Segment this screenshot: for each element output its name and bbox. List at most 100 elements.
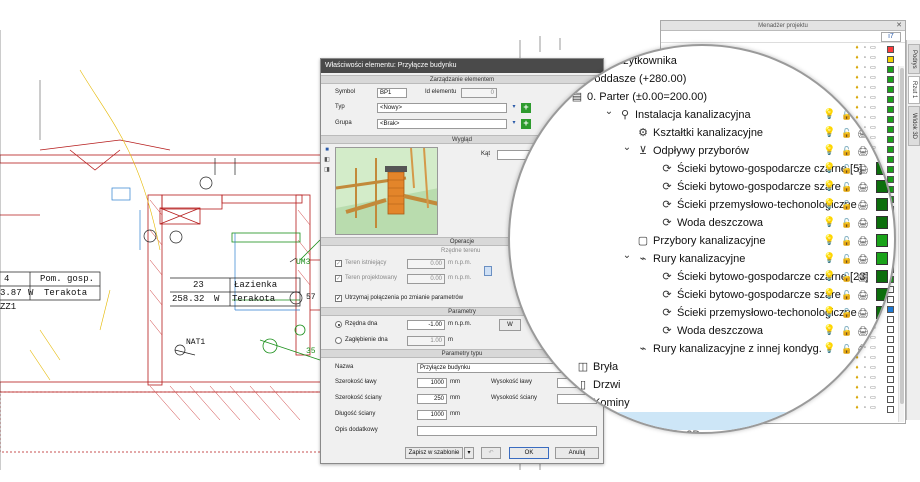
print-icon[interactable]: 🖨 bbox=[856, 199, 870, 211]
tree-item[interactable]: ◫ Bryła bbox=[510, 358, 894, 376]
visibility-bulb-icon[interactable]: 💡 bbox=[823, 306, 835, 320]
print-icon[interactable]: 🖨 bbox=[856, 343, 870, 355]
unlock-icon[interactable]: 🔓 bbox=[840, 181, 854, 193]
visibility-bulb-icon[interactable]: 💡 bbox=[823, 270, 835, 284]
visibility-bulb-icon[interactable]: 💡 bbox=[823, 234, 835, 248]
tab-widok-3d[interactable]: Widok 3D bbox=[908, 106, 920, 146]
print-icon[interactable]: 🖨 bbox=[856, 181, 870, 193]
tree-item[interactable]: ▢ Przybory kanalizacyjne 💡 🔓 🖨 bbox=[510, 232, 894, 250]
tree-item[interactable]: ⟳ Ścieki bytowo-gospodarcze szare 💡 🔓 🖨 bbox=[510, 178, 894, 196]
bottom-elev-radio[interactable] bbox=[335, 321, 342, 328]
unlock-icon[interactable]: 🔓 bbox=[840, 217, 854, 229]
scrollbar-thumb[interactable] bbox=[900, 68, 904, 404]
tree-item[interactable]: ⟳ Ścieki bytowo-gospodarcze czarne [5] 💡 🔓 🖨 bbox=[510, 160, 894, 178]
visibility-bulb-icon[interactable]: 💡 bbox=[823, 144, 835, 158]
print-icon[interactable]: 🖨 bbox=[856, 307, 870, 319]
preview-3d[interactable] bbox=[335, 147, 438, 235]
tree-item[interactable]: ═ ndroża bbox=[510, 412, 894, 430]
tree-item[interactable]: ⌁ Rury kanalizacyjne z innej kondyg. 💡 🔓 🖨 bbox=[510, 340, 894, 358]
unlock-icon[interactable]: ▫ bbox=[862, 45, 868, 52]
terrain-link-icon[interactable] bbox=[484, 266, 492, 276]
visibility-bulb-icon[interactable]: 💡 bbox=[823, 288, 835, 302]
project-manager-title[interactable]: Menadżer projektu bbox=[661, 21, 905, 31]
unlock-icon[interactable]: 🔓 bbox=[840, 307, 854, 319]
print-icon[interactable]: 🖨 bbox=[856, 217, 870, 229]
tree-item[interactable]: ⌄ ⌁ Rury kanalizacyjne 💡 🔓 🖨 bbox=[510, 247, 894, 268]
visibility-bulb-icon[interactable]: ♦ bbox=[854, 45, 860, 52]
symbol-field[interactable]: BP1 bbox=[377, 88, 407, 98]
layer-color-swatch[interactable] bbox=[876, 306, 888, 319]
layer-color-swatch[interactable] bbox=[876, 162, 888, 175]
visibility-bulb-icon[interactable]: 💡 bbox=[823, 342, 835, 356]
unlock-icon[interactable]: 🔓 bbox=[840, 235, 854, 247]
ok-button[interactable]: OK bbox=[509, 447, 549, 459]
tree-item[interactable]: ▥ Kominy bbox=[510, 394, 894, 412]
bottom-elev-field[interactable]: -1.00 bbox=[407, 320, 445, 330]
unlock-icon[interactable]: 🔓 bbox=[840, 109, 854, 121]
layer-color-swatch[interactable] bbox=[876, 252, 888, 265]
print-icon[interactable]: 🖨 bbox=[856, 163, 870, 175]
visibility-bulb-icon[interactable]: 💡 bbox=[823, 162, 835, 176]
print-icon[interactable]: 🖨 bbox=[856, 145, 870, 157]
layer-color-swatch[interactable] bbox=[876, 342, 888, 355]
save-template-button[interactable]: Zapisz w szablonie bbox=[405, 447, 463, 459]
group-select[interactable]: <Brak> bbox=[377, 119, 507, 129]
layer-color-swatch[interactable] bbox=[876, 324, 888, 337]
save-template-dropdown[interactable]: ▾ bbox=[464, 447, 474, 459]
unlock-icon[interactable]: 🔓 bbox=[840, 163, 854, 175]
tree-item[interactable]: ⟳ Woda deszczowa 💡 🔓 🖨 bbox=[510, 322, 894, 340]
visibility-bulb-icon[interactable]: 💡 bbox=[823, 198, 835, 212]
print-icon[interactable]: 🖨 bbox=[856, 109, 870, 121]
view-3d-icon[interactable]: ■ bbox=[324, 147, 330, 154]
tab-rzut-1[interactable]: Rzut 1 bbox=[908, 76, 920, 104]
tab-podrys[interactable]: Podrys bbox=[908, 44, 920, 74]
print-icon[interactable]: 🖨 bbox=[856, 127, 870, 139]
unlock-icon[interactable]: 🔓 bbox=[840, 325, 854, 337]
filter-dropdown[interactable]: i7 bbox=[881, 32, 901, 42]
tree-item[interactable]: ⟳ Ścieki przemysłowo-techonologiczne 💡 🔓 🖨 bbox=[510, 304, 894, 322]
tree-item[interactable]: ⟳ Ścieki przemysłowo-techonologiczne 💡 🔓 🖨 bbox=[510, 196, 894, 214]
unlock-icon[interactable]: 🔓 bbox=[840, 253, 854, 265]
unlock-icon[interactable]: 🔓 bbox=[840, 343, 854, 355]
bench-width-field[interactable]: 1000 bbox=[417, 378, 447, 388]
expand-chevron-icon[interactable]: ⌄ bbox=[622, 247, 632, 265]
tree-item[interactable]: ⟳ Ścieki bytowo-gospodarcze czarne [23] 💡 🔓… bbox=[510, 268, 894, 286]
print-icon[interactable]: 🖨 bbox=[856, 325, 870, 337]
print-icon[interactable]: ▭ bbox=[870, 45, 876, 52]
print-icon[interactable]: 🖨 bbox=[856, 235, 870, 247]
layer-color-swatch[interactable] bbox=[876, 180, 888, 193]
keep-connections-checkbox[interactable]: ✓ bbox=[335, 295, 342, 302]
close-icon[interactable]: ✕ bbox=[896, 21, 902, 29]
visibility-bulb-icon[interactable]: 💡 bbox=[823, 216, 835, 230]
tree-item[interactable]: ⚙ Kształtki kanalizacyjne 💡 🔓 🖨 bbox=[510, 124, 894, 142]
expand-chevron-icon[interactable]: ⌄ bbox=[622, 139, 632, 157]
tree-item[interactable]: ▭ nenty użytkownika bbox=[510, 52, 894, 70]
layer-color-swatch[interactable] bbox=[876, 144, 888, 157]
layer-color-swatch[interactable] bbox=[876, 216, 888, 229]
visibility-bulb-icon[interactable]: 💡 bbox=[823, 324, 835, 338]
unlock-icon[interactable]: 🔓 bbox=[840, 145, 854, 157]
tree-item[interactable]: ▤ 0. Parter (±0.00=200.00) bbox=[510, 88, 894, 106]
burial-radio[interactable] bbox=[335, 337, 342, 344]
layer-color-swatch[interactable] bbox=[876, 198, 888, 211]
visibility-bulb-icon[interactable]: 💡 bbox=[823, 180, 835, 194]
unlock-icon[interactable]: 🔓 bbox=[840, 127, 854, 139]
layer-color-swatch[interactable] bbox=[876, 234, 888, 247]
print-icon[interactable]: 🖨 bbox=[856, 289, 870, 301]
unlock-icon[interactable]: 🔓 bbox=[840, 199, 854, 211]
unlock-icon[interactable]: 🔓 bbox=[840, 289, 854, 301]
tree-item[interactable]: ▯ Drzwi bbox=[510, 376, 894, 394]
wall-width-field[interactable]: 250 bbox=[417, 394, 447, 404]
view-side-icon[interactable]: ◨ bbox=[324, 167, 330, 174]
expand-chevron-icon[interactable]: ⌄ bbox=[604, 103, 614, 121]
type-select[interactable]: <Nowy> bbox=[377, 103, 507, 113]
visibility-bulb-icon[interactable]: 💡 bbox=[823, 252, 835, 266]
wall-length-field[interactable]: 1000 bbox=[417, 410, 447, 420]
tree-item[interactable]: ⌄ ⊻ Odpływy przyborów 💡 🔓 🖨 bbox=[510, 139, 894, 160]
undo-button[interactable]: ↶ bbox=[481, 447, 501, 459]
project-manager-scrollbar[interactable] bbox=[898, 66, 904, 422]
tree-item[interactable]: ⟳ Ścieki bytowo-gospodarcze szare 💡 🔓 🖨 bbox=[510, 286, 894, 304]
tree-item[interactable]: ▤ Poddasze (+280.00) bbox=[510, 70, 894, 88]
layer-color-swatch[interactable] bbox=[876, 108, 888, 121]
unlock-icon[interactable]: 🔓 bbox=[840, 271, 854, 283]
